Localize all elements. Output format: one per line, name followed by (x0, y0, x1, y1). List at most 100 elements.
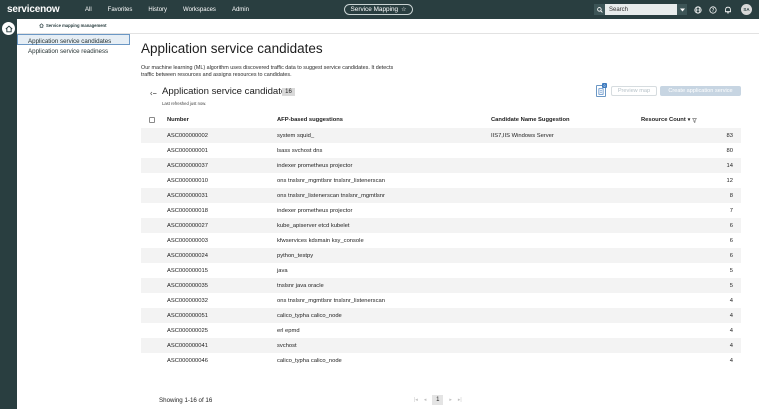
cell-number[interactable]: ASC000000018 (167, 208, 208, 214)
last-page-icon[interactable]: ▸| (458, 397, 462, 403)
select-all-checkbox[interactable] (149, 117, 155, 123)
cell-number[interactable]: ASC000000051 (167, 313, 208, 319)
menu-workspaces[interactable]: Workspaces (175, 7, 224, 13)
map-icon (598, 87, 604, 95)
list-title: Application service candidates (162, 86, 292, 97)
bell-icon[interactable] (723, 5, 732, 14)
header-resource-count-label: Resource Count (641, 117, 686, 123)
top-navigation-bar: servicenow All Favorites History Workspa… (0, 0, 759, 19)
cell-number[interactable]: ASC000000031 (167, 193, 208, 199)
nav-application-service-readiness[interactable]: Application service readiness (17, 45, 130, 56)
menu-favorites[interactable]: Favorites (100, 7, 141, 13)
table-row[interactable]: ASC000000003 kfwservices kdsmain ksy_cons… (141, 233, 741, 248)
table-row[interactable]: ASC000000024 python_testpy 6 (141, 248, 741, 263)
map-view-button[interactable]: 0 (596, 83, 607, 97)
table-row[interactable]: ASC000000035 tnslsnr java oracle 5 (141, 278, 741, 293)
menu-history[interactable]: History (140, 7, 175, 13)
candidates-table: Number AFP-based suggestions Candidate N… (141, 114, 741, 368)
breadcrumb[interactable]: Service mapping management (39, 23, 107, 28)
nav-application-service-candidates[interactable]: Application service candidates (17, 34, 130, 45)
cell-number[interactable]: ASC000000003 (167, 238, 208, 244)
cell-number[interactable]: ASC000000001 (167, 148, 208, 154)
table-row[interactable]: ASC000000037 indexer prometheus projector… (141, 158, 741, 173)
list-header: Application service candidates 16 Last r… (141, 83, 753, 114)
table-row[interactable]: ASC000000025 erl epmd 4 (141, 323, 741, 338)
table-row[interactable]: ASC000000015 java 5 (141, 263, 741, 278)
cell-number[interactable]: ASC000000027 (167, 223, 208, 229)
cell-resource-count: 4 (729, 297, 733, 304)
create-application-service-button[interactable]: Create application service (660, 86, 741, 96)
cell-resource-count: 5 (729, 267, 733, 274)
table-body: ASC000000002 system squid_ IIS7,IIS Window… (141, 128, 741, 368)
header-candidate-name[interactable]: Candidate Name Suggestion (491, 117, 570, 123)
cell-afp-suggestion: python_testpy (277, 252, 314, 259)
cell-number[interactable]: ASC000000032 (167, 298, 208, 304)
search-icon (594, 4, 605, 15)
table-row[interactable]: ASC000000001 lsass svchost dns 80 (141, 143, 741, 158)
home-button[interactable] (2, 22, 15, 35)
table-header-row: Number AFP-based suggestions Candidate N… (141, 114, 741, 128)
star-icon[interactable]: ☆ (401, 6, 406, 13)
table-row[interactable]: ASC000000010 ons tnslsnr_mgmtlsnr tnslsnr… (141, 173, 741, 188)
sort-down-icon[interactable]: ▾ (688, 117, 691, 123)
menu-admin[interactable]: Admin (224, 7, 257, 13)
cell-afp-suggestion: ons tnslsnr_mgmtlsnr tnslsnr_listenersca… (277, 177, 385, 184)
page-description: Our machine learning (ML) algorithm uses… (141, 65, 394, 78)
cell-number[interactable]: ASC000000041 (167, 343, 208, 349)
user-avatar[interactable]: SA (741, 4, 752, 15)
cell-afp-suggestion: indexer prometheus projector (277, 162, 353, 169)
cell-afp-suggestion: svchost (277, 342, 297, 349)
cell-number[interactable]: ASC000000015 (167, 268, 208, 274)
pagination: |◂ ◂ 1 ▸ ▸| (414, 395, 462, 405)
cell-number[interactable]: ASC000000024 (167, 253, 208, 259)
next-page-icon[interactable]: ▸ (449, 397, 452, 403)
map-badge: 0 (602, 83, 607, 88)
cell-number[interactable]: ASC000000002 (167, 133, 208, 139)
cell-afp-suggestion: calico_typha calico_node (277, 357, 342, 364)
cell-number[interactable]: ASC000000035 (167, 283, 208, 289)
cell-candidate-name: IIS7,IIS Windows Server (491, 132, 554, 139)
context-pill-service-mapping[interactable]: Service Mapping ☆ (344, 4, 413, 15)
servicenow-logo[interactable]: servicenow (7, 4, 67, 15)
home-icon (4, 25, 13, 32)
module-header: Service mapping management (17, 19, 759, 34)
breadcrumb-label: Service mapping management (46, 23, 107, 28)
showing-count: Showing 1-16 of 16 (159, 397, 213, 404)
table-row[interactable]: ASC000000051 calico_typha calico_node 4 (141, 308, 741, 323)
filter-icon[interactable] (692, 117, 698, 123)
cell-number[interactable]: ASC000000037 (167, 163, 208, 169)
list-count-badge: 16 (282, 88, 295, 96)
global-search[interactable]: Search (594, 4, 687, 15)
preview-map-button[interactable]: Preview map (611, 86, 657, 96)
cell-afp-suggestion: kfwservices kdsmain ksy_console (277, 237, 364, 244)
table-row[interactable]: ASC000000027 kube_apiserver etcd kubelet 6 (141, 218, 741, 233)
cell-afp-suggestion: tnslsnr java oracle (277, 282, 324, 289)
cell-resource-count: 5 (729, 282, 733, 289)
cell-afp-suggestion: ons tnslsnr_listenerscan tnslsnr_mgmtlsn… (277, 192, 385, 199)
table-row[interactable]: ASC000000046 calico_typha calico_node 4 (141, 353, 741, 368)
header-number[interactable]: Number (167, 117, 189, 123)
cell-number[interactable]: ASC000000010 (167, 178, 208, 184)
table-row[interactable]: ASC000000032 ons tnslsnr_mgmtlsnr tnslsnr… (141, 293, 741, 308)
table-row[interactable]: ASC000000041 svchost 4 (141, 338, 741, 353)
search-input[interactable]: Search (609, 7, 677, 13)
collapse-icon[interactable] (150, 90, 157, 97)
cell-afp-suggestion: erl epmd (277, 327, 300, 334)
search-scope-dropdown[interactable] (677, 4, 687, 15)
header-afp-suggestions[interactable]: AFP-based suggestions (277, 117, 343, 123)
cell-number[interactable]: ASC000000046 (167, 358, 208, 364)
cell-resource-count: 12 (726, 177, 733, 184)
help-icon[interactable]: ? (708, 5, 717, 14)
side-navigation: Application service candidates Applicati… (17, 34, 130, 409)
cell-number[interactable]: ASC000000025 (167, 328, 208, 334)
table-row[interactable]: ASC000000018 indexer prometheus projector… (141, 203, 741, 218)
menu-all[interactable]: All (77, 7, 100, 13)
globe-icon[interactable] (693, 5, 702, 14)
page-number-current[interactable]: 1 (432, 395, 444, 405)
first-page-icon[interactable]: |◂ (414, 397, 418, 403)
header-resource-count[interactable]: Resource Count ▾ (641, 117, 698, 123)
cell-resource-count: 4 (729, 357, 733, 364)
table-row[interactable]: ASC000000031 ons tnslsnr_listenerscan tns… (141, 188, 741, 203)
table-row[interactable]: ASC000000002 system squid_ IIS7,IIS Window… (141, 128, 741, 143)
prev-page-icon[interactable]: ◂ (424, 397, 427, 403)
